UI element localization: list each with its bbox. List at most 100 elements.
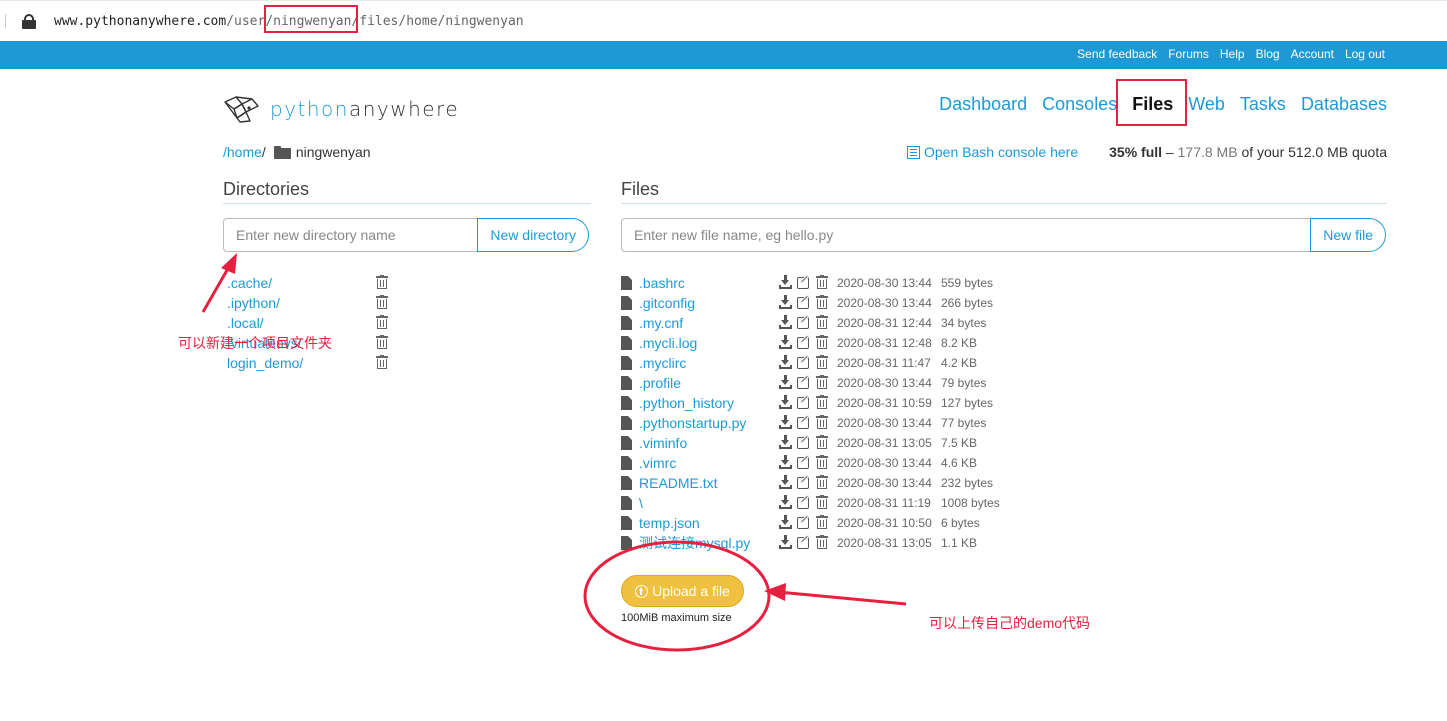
file-size: 8.2 KB <box>941 336 978 350</box>
download-icon[interactable] <box>779 475 792 489</box>
file-modified-date: 2020-08-30 13:44 <box>837 476 932 490</box>
file-size: 34 bytes <box>941 316 987 330</box>
trash-icon[interactable] <box>816 435 828 449</box>
nav-databases[interactable]: Databases <box>1301 94 1387 115</box>
arrow-to-upload-button <box>777 590 907 606</box>
file-row: \ 2020-08-31 11:19 1008 bytes <box>621 493 1021 513</box>
file-link[interactable]: .mycli.log <box>639 333 697 353</box>
topbar-link-forums[interactable]: Forums <box>1168 47 1209 61</box>
breadcrumb-home[interactable]: /home <box>223 144 262 160</box>
trash-icon[interactable] <box>816 455 828 469</box>
directory-link[interactable]: login_demo/ <box>227 355 303 371</box>
edit-icon[interactable] <box>797 394 811 409</box>
trash-icon[interactable] <box>376 335 388 349</box>
trash-icon[interactable] <box>816 375 828 389</box>
file-link[interactable]: .profile <box>639 373 681 393</box>
folder-open-icon <box>273 145 291 159</box>
open-bash-console-link[interactable]: Open Bash console here <box>907 144 1078 160</box>
file-actions <box>779 374 828 389</box>
file-link[interactable]: .myclirc <box>639 353 686 373</box>
edit-icon[interactable] <box>797 454 811 469</box>
topbar-link-help[interactable]: Help <box>1220 47 1245 61</box>
file-link[interactable]: .vimrc <box>639 453 676 473</box>
trash-icon[interactable] <box>816 335 828 349</box>
file-modified-date: 2020-08-31 12:48 <box>837 336 932 350</box>
topbar-link-blog[interactable]: Blog <box>1256 47 1280 61</box>
browser-url-bar[interactable]: www.pythonanywhere.com/user/ningwenyan/f… <box>0 0 1447 41</box>
trash-icon[interactable] <box>816 475 828 489</box>
file-link[interactable]: .bashrc <box>639 273 685 293</box>
file-modified-date: 2020-08-31 11:19 <box>837 496 931 510</box>
nav-web[interactable]: Web <box>1188 94 1225 115</box>
trash-icon[interactable] <box>816 275 828 289</box>
directory-link[interactable]: .cache/ <box>227 275 272 291</box>
file-link[interactable]: README.txt <box>639 473 718 493</box>
topbar-link-log-out[interactable]: Log out <box>1345 47 1385 61</box>
file-link[interactable]: 测试连接mysql.py <box>639 533 750 553</box>
new-file-input[interactable] <box>621 218 1311 252</box>
download-icon[interactable] <box>779 535 792 549</box>
nav-tasks[interactable]: Tasks <box>1240 94 1286 115</box>
trash-icon[interactable] <box>376 355 388 369</box>
download-icon[interactable] <box>779 395 792 409</box>
logo[interactable]: pythonanywhere <box>222 94 459 124</box>
trash-icon[interactable] <box>816 355 828 369</box>
download-icon[interactable] <box>779 455 792 469</box>
edit-icon[interactable] <box>797 474 811 489</box>
download-icon[interactable] <box>779 315 792 329</box>
edit-icon[interactable] <box>797 274 811 289</box>
trash-icon[interactable] <box>816 495 828 509</box>
arrowhead-upload <box>764 583 786 601</box>
trash-icon[interactable] <box>376 275 388 289</box>
trash-icon[interactable] <box>376 315 388 329</box>
download-icon[interactable] <box>779 295 792 309</box>
download-icon[interactable] <box>779 415 792 429</box>
trash-icon[interactable] <box>816 315 828 329</box>
download-icon[interactable] <box>779 435 792 449</box>
trash-icon[interactable] <box>816 295 828 309</box>
url-path-suffix: /files/home/ningwenyan <box>351 14 524 29</box>
file-link[interactable]: .pythonstartup.py <box>639 413 746 433</box>
trash-icon[interactable] <box>816 395 828 409</box>
nav-dashboard[interactable]: Dashboard <box>939 94 1027 115</box>
upload-file-button[interactable]: Upload a file <box>621 575 744 607</box>
divider <box>5 14 6 28</box>
directory-link[interactable]: .ipython/ <box>227 295 280 311</box>
topbar-link-account[interactable]: Account <box>1291 47 1334 61</box>
download-icon[interactable] <box>779 375 792 389</box>
nav-consoles[interactable]: Consoles <box>1042 94 1117 115</box>
download-icon[interactable] <box>779 275 792 289</box>
new-directory-button[interactable]: New directory <box>477 218 589 252</box>
download-icon[interactable] <box>779 495 792 509</box>
download-icon[interactable] <box>779 515 792 529</box>
edit-icon[interactable] <box>797 514 811 529</box>
download-icon[interactable] <box>779 335 792 349</box>
annotation-upload-demo: 可以上传自己的demo代码 <box>929 615 1091 631</box>
new-file-button[interactable]: New file <box>1310 218 1386 252</box>
file-link[interactable]: .python_history <box>639 393 734 413</box>
new-directory-input[interactable] <box>223 218 478 252</box>
topbar-link-send-feedback[interactable]: Send feedback <box>1077 47 1157 61</box>
edit-icon[interactable] <box>797 294 811 309</box>
edit-icon[interactable] <box>797 434 811 449</box>
file-link[interactable]: .my.cnf <box>639 313 683 333</box>
trash-icon[interactable] <box>816 535 828 549</box>
file-link[interactable]: temp.json <box>639 513 700 533</box>
file-link[interactable]: .gitconfig <box>639 293 695 313</box>
file-link[interactable]: \ <box>639 493 643 513</box>
edit-icon[interactable] <box>797 354 811 369</box>
download-icon[interactable] <box>779 355 792 369</box>
trash-icon[interactable] <box>376 295 388 309</box>
edit-icon[interactable] <box>797 334 811 349</box>
directory-list: .cache/.ipython/.local/.virtualenvs/logi… <box>227 273 397 373</box>
edit-icon[interactable] <box>797 494 811 509</box>
file-actions <box>779 414 828 429</box>
edit-icon[interactable] <box>797 534 811 549</box>
trash-icon[interactable] <box>816 415 828 429</box>
directory-link[interactable]: .local/ <box>227 315 264 331</box>
trash-icon[interactable] <box>816 515 828 529</box>
edit-icon[interactable] <box>797 414 811 429</box>
edit-icon[interactable] <box>797 314 811 329</box>
edit-icon[interactable] <box>797 374 811 389</box>
file-link[interactable]: .viminfo <box>639 433 687 453</box>
